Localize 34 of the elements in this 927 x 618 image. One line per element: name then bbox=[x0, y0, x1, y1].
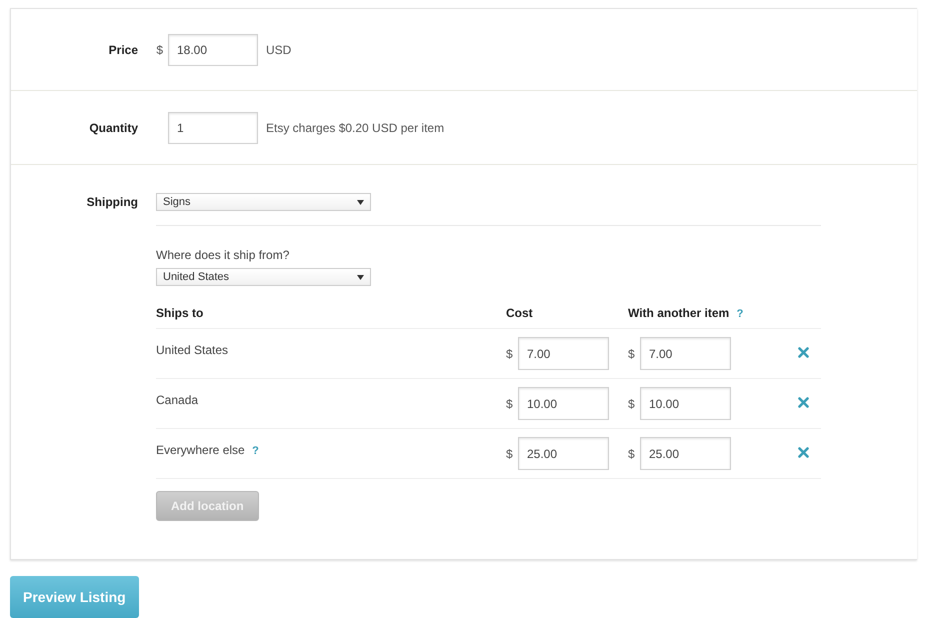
price-field[interactable]: 18.00 bbox=[168, 34, 258, 66]
currency-symbol: $ bbox=[628, 446, 636, 460]
fee-note: Etsy charges $0.20 USD per item bbox=[266, 120, 444, 134]
column-header: With another item bbox=[628, 306, 730, 320]
currency-unit: USD bbox=[266, 42, 292, 56]
currency-symbol: $ bbox=[506, 446, 514, 460]
currency-symbol: $ bbox=[506, 346, 514, 360]
currency-symbol: $ bbox=[628, 396, 636, 410]
quantity-field[interactable]: 1 bbox=[168, 112, 258, 144]
destination-cell: Everywhere else bbox=[156, 443, 245, 457]
cost-field[interactable]: 10.00 bbox=[518, 387, 609, 420]
origin-dropdown[interactable]: United States bbox=[156, 268, 371, 286]
additional-cost-field[interactable]: 10.00 bbox=[640, 387, 731, 420]
shipping-profile-dropdown[interactable]: Signs bbox=[156, 193, 371, 211]
cost-field[interactable]: 25.00 bbox=[518, 437, 609, 470]
currency-symbol: $ bbox=[628, 346, 636, 360]
destination-cell: Canada bbox=[156, 393, 198, 407]
remove-icon[interactable] bbox=[798, 446, 809, 458]
remove-icon[interactable] bbox=[798, 346, 809, 358]
origin-question: Where does it ship from? bbox=[156, 248, 290, 262]
price-label: Price bbox=[108, 42, 138, 56]
quantity-label: Quantity bbox=[88, 120, 138, 134]
currency-symbol: $ bbox=[155, 42, 164, 56]
shipping-label: Shipping bbox=[86, 194, 138, 211]
column-header: Ships to bbox=[156, 306, 204, 320]
destination-cell: United States bbox=[156, 343, 228, 357]
remove-icon[interactable] bbox=[798, 396, 809, 408]
column-header: Cost bbox=[506, 306, 533, 320]
additional-cost-field[interactable]: 7.00 bbox=[640, 337, 731, 370]
additional-cost-field[interactable]: 25.00 bbox=[640, 437, 731, 470]
currency-symbol: $ bbox=[506, 396, 514, 410]
caret-icon bbox=[357, 274, 364, 280]
caret-icon bbox=[357, 200, 364, 204]
cost-field[interactable]: 7.00 bbox=[518, 337, 609, 370]
